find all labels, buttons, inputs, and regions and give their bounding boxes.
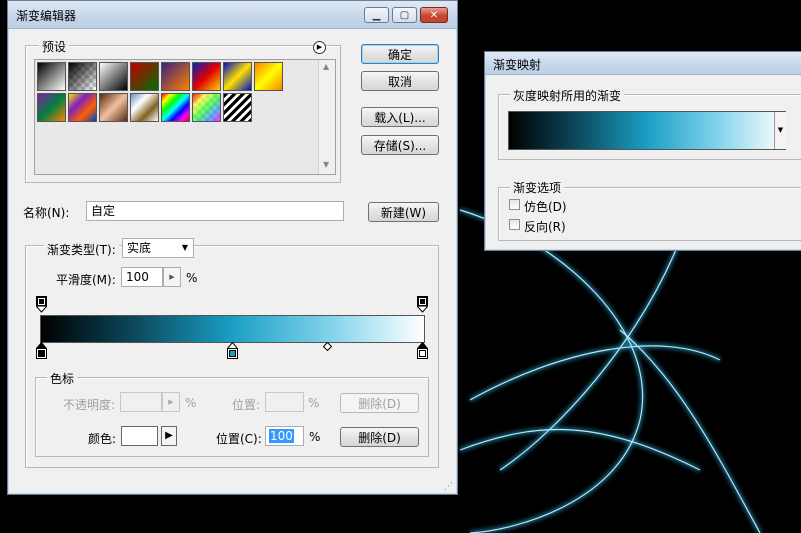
presets-list[interactable]: ▲ ▼: [34, 59, 336, 175]
color-location-field[interactable]: 100: [265, 426, 304, 446]
color-menu-button[interactable]: ▶: [161, 426, 177, 446]
color-location-label: 位置(C):: [216, 432, 262, 446]
presets-scrollbar[interactable]: ▲ ▼: [318, 60, 335, 174]
presets-menu-button[interactable]: ▶: [313, 41, 326, 54]
opacity-delete-button[interactable]: 删除(D): [340, 393, 419, 413]
name-label: 名称(N):: [23, 206, 70, 220]
preset-swatch[interactable]: [161, 62, 190, 91]
presets-label: 预设: [39, 38, 70, 55]
preset-swatch[interactable]: [68, 62, 97, 91]
gradient-map-options-label: 渐变选项: [510, 179, 565, 196]
chevron-down-icon: ▼: [181, 243, 188, 252]
smoothness-label: 平滑度(M):: [56, 273, 116, 287]
gradient-map-window: 渐变映射 灰度映射所用的渐变 ▼ 渐变选项 仿色(D) 反向(R): [484, 51, 801, 251]
reverse-label[interactable]: 反向(R): [524, 218, 566, 235]
preset-swatch[interactable]: [161, 93, 190, 122]
chevron-down-icon: ▼: [777, 126, 784, 134]
opacity-stop-right[interactable]: [417, 296, 428, 313]
smoothness-slider-button[interactable]: ▶: [163, 267, 181, 287]
stops-label: 色标: [47, 370, 78, 387]
preset-swatch[interactable]: [223, 93, 252, 122]
preset-swatch[interactable]: [99, 62, 128, 91]
minimize-button[interactable]: ▁: [364, 7, 389, 23]
gradient-type-select[interactable]: 实底 ▼: [122, 238, 194, 258]
preset-swatch[interactable]: [192, 93, 221, 122]
gradient-map-title-bar[interactable]: 渐变映射: [485, 52, 801, 75]
opacity-location-label: 位置:: [232, 398, 261, 412]
color-label: 颜色:: [88, 432, 117, 446]
smoothness-field[interactable]: 100: [121, 267, 163, 287]
cancel-button[interactable]: 取消: [361, 71, 439, 91]
preset-swatch[interactable]: [223, 62, 252, 91]
gradient-map-dropdown-button[interactable]: ▼: [774, 112, 786, 149]
color-stop-black[interactable]: [36, 342, 47, 359]
opacity-location-field[interactable]: [265, 392, 304, 412]
gradient-type-label: 渐变类型(T):: [44, 241, 119, 258]
triangle-right-icon: ▶: [316, 43, 323, 51]
preset-swatch[interactable]: [192, 62, 221, 91]
close-icon: ✕: [429, 9, 439, 21]
color-midpoint[interactable]: [323, 342, 332, 351]
triangle-right-icon: ▶: [169, 273, 175, 281]
ok-button[interactable]: 确定: [361, 44, 439, 64]
dither-checkbox[interactable]: [509, 199, 520, 210]
triangle-right-icon: ▶: [165, 430, 173, 441]
color-stop-teal[interactable]: [227, 342, 238, 359]
load-button[interactable]: 载入(L)...: [361, 107, 439, 127]
gradient-type-value: 实底: [127, 241, 152, 255]
maximize-icon: ▢: [399, 9, 410, 21]
scroll-up-icon: ▲: [323, 62, 330, 71]
color-location-percent: %: [309, 430, 321, 444]
color-location-value: 100: [269, 429, 294, 443]
gradient-editor-window: 渐变编辑器 ▁ ▢ ✕ 预设 ▶ ▲ ▼ 确定 取消 载入(L)... 存储(S…: [7, 0, 458, 495]
smoothness-percent: %: [186, 271, 198, 285]
preset-swatch[interactable]: [99, 93, 128, 122]
gradient-map-gradient-picker[interactable]: [508, 111, 786, 150]
opacity-stop-left[interactable]: [36, 296, 47, 313]
preset-swatch[interactable]: [254, 62, 283, 91]
preset-swatch[interactable]: [37, 93, 66, 122]
gradient-map-title: 渐变映射: [493, 58, 542, 72]
color-stop-white[interactable]: [417, 342, 428, 359]
gradient-preview-bar[interactable]: [40, 315, 425, 343]
save-button[interactable]: 存储(S)...: [361, 135, 439, 155]
close-button[interactable]: ✕: [420, 7, 448, 23]
reverse-checkbox[interactable]: [509, 219, 520, 230]
resize-grip-icon[interactable]: ⋰: [444, 482, 453, 492]
opacity-slider-button[interactable]: ▶: [162, 392, 180, 412]
scroll-down-icon: ▼: [323, 160, 330, 169]
preset-swatch[interactable]: [130, 93, 159, 122]
preset-swatch[interactable]: [68, 93, 97, 122]
window-title: 渐变编辑器: [16, 9, 77, 23]
opacity-label: 不透明度:: [63, 398, 116, 412]
preset-swatch[interactable]: [130, 62, 159, 91]
title-bar[interactable]: 渐变编辑器 ▁ ▢ ✕: [8, 1, 457, 29]
preset-swatch[interactable]: [37, 62, 66, 91]
new-button[interactable]: 新建(W): [368, 202, 439, 222]
color-delete-button[interactable]: 删除(D): [340, 427, 419, 447]
minimize-icon: ▁: [372, 9, 381, 21]
opacity-percent: %: [185, 396, 197, 410]
dither-label[interactable]: 仿色(D): [524, 198, 567, 215]
opacity-location-percent: %: [308, 396, 320, 410]
gradient-map-gradient-label: 灰度映射所用的渐变: [510, 87, 625, 104]
maximize-button[interactable]: ▢: [392, 7, 417, 23]
color-swatch[interactable]: [121, 426, 158, 446]
name-field[interactable]: 自定: [86, 201, 344, 221]
opacity-field[interactable]: [120, 392, 162, 412]
triangle-right-icon: ▶: [168, 398, 174, 406]
